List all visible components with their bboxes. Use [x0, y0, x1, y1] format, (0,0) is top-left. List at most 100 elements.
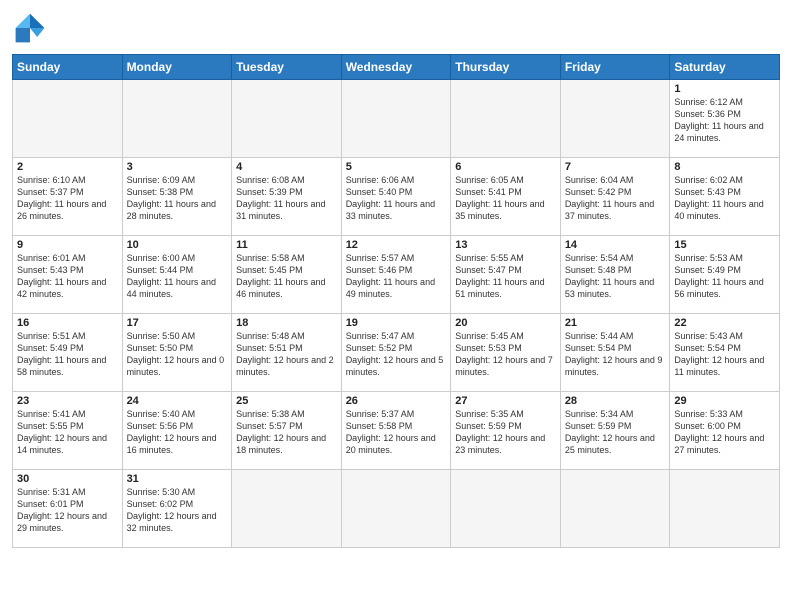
day-number: 3 — [127, 161, 228, 173]
day-info: Sunrise: 6:04 AM Sunset: 5:42 PM Dayligh… — [565, 174, 666, 223]
day-info: Sunrise: 6:00 AM Sunset: 5:44 PM Dayligh… — [127, 252, 228, 301]
weekday-header: Sunday — [13, 55, 123, 80]
day-number: 29 — [674, 395, 775, 407]
day-info: Sunrise: 5:31 AM Sunset: 6:01 PM Dayligh… — [17, 486, 118, 535]
calendar-day-cell — [232, 470, 342, 548]
calendar-week-row: 16Sunrise: 5:51 AM Sunset: 5:49 PM Dayli… — [13, 314, 780, 392]
calendar-day-cell — [451, 470, 561, 548]
day-info: Sunrise: 5:55 AM Sunset: 5:47 PM Dayligh… — [455, 252, 556, 301]
calendar-body: 1Sunrise: 6:12 AM Sunset: 5:36 PM Daylig… — [13, 80, 780, 548]
weekday-row: SundayMondayTuesdayWednesdayThursdayFrid… — [13, 55, 780, 80]
day-number: 17 — [127, 317, 228, 329]
day-info: Sunrise: 5:35 AM Sunset: 5:59 PM Dayligh… — [455, 408, 556, 457]
weekday-header: Wednesday — [341, 55, 451, 80]
logo-icon — [12, 10, 48, 46]
weekday-header: Tuesday — [232, 55, 342, 80]
day-number: 5 — [346, 161, 447, 173]
day-info: Sunrise: 5:50 AM Sunset: 5:50 PM Dayligh… — [127, 330, 228, 379]
day-info: Sunrise: 6:06 AM Sunset: 5:40 PM Dayligh… — [346, 174, 447, 223]
day-number: 20 — [455, 317, 556, 329]
day-info: Sunrise: 5:45 AM Sunset: 5:53 PM Dayligh… — [455, 330, 556, 379]
calendar-day-cell: 11Sunrise: 5:58 AM Sunset: 5:45 PM Dayli… — [232, 236, 342, 314]
calendar-day-cell: 3Sunrise: 6:09 AM Sunset: 5:38 PM Daylig… — [122, 158, 232, 236]
calendar-day-cell: 16Sunrise: 5:51 AM Sunset: 5:49 PM Dayli… — [13, 314, 123, 392]
calendar-day-cell: 25Sunrise: 5:38 AM Sunset: 5:57 PM Dayli… — [232, 392, 342, 470]
day-info: Sunrise: 5:37 AM Sunset: 5:58 PM Dayligh… — [346, 408, 447, 457]
calendar-day-cell: 24Sunrise: 5:40 AM Sunset: 5:56 PM Dayli… — [122, 392, 232, 470]
calendar-day-cell: 17Sunrise: 5:50 AM Sunset: 5:50 PM Dayli… — [122, 314, 232, 392]
calendar-day-cell: 10Sunrise: 6:00 AM Sunset: 5:44 PM Dayli… — [122, 236, 232, 314]
calendar-day-cell — [560, 80, 670, 158]
weekday-header: Friday — [560, 55, 670, 80]
calendar-day-cell: 29Sunrise: 5:33 AM Sunset: 6:00 PM Dayli… — [670, 392, 780, 470]
day-info: Sunrise: 5:38 AM Sunset: 5:57 PM Dayligh… — [236, 408, 337, 457]
day-info: Sunrise: 6:05 AM Sunset: 5:41 PM Dayligh… — [455, 174, 556, 223]
day-number: 27 — [455, 395, 556, 407]
day-info: Sunrise: 5:58 AM Sunset: 5:45 PM Dayligh… — [236, 252, 337, 301]
calendar-day-cell: 6Sunrise: 6:05 AM Sunset: 5:41 PM Daylig… — [451, 158, 561, 236]
calendar-day-cell — [122, 80, 232, 158]
day-number: 8 — [674, 161, 775, 173]
calendar-day-cell: 9Sunrise: 6:01 AM Sunset: 5:43 PM Daylig… — [13, 236, 123, 314]
calendar-day-cell: 26Sunrise: 5:37 AM Sunset: 5:58 PM Dayli… — [341, 392, 451, 470]
day-number: 19 — [346, 317, 447, 329]
day-number: 25 — [236, 395, 337, 407]
calendar-day-cell: 12Sunrise: 5:57 AM Sunset: 5:46 PM Dayli… — [341, 236, 451, 314]
calendar-day-cell — [232, 80, 342, 158]
day-number: 18 — [236, 317, 337, 329]
day-info: Sunrise: 5:30 AM Sunset: 6:02 PM Dayligh… — [127, 486, 228, 535]
day-number: 15 — [674, 239, 775, 251]
calendar-day-cell: 2Sunrise: 6:10 AM Sunset: 5:37 PM Daylig… — [13, 158, 123, 236]
calendar-day-cell: 27Sunrise: 5:35 AM Sunset: 5:59 PM Dayli… — [451, 392, 561, 470]
calendar-day-cell: 14Sunrise: 5:54 AM Sunset: 5:48 PM Dayli… — [560, 236, 670, 314]
calendar-day-cell — [13, 80, 123, 158]
day-info: Sunrise: 6:10 AM Sunset: 5:37 PM Dayligh… — [17, 174, 118, 223]
calendar-week-row: 9Sunrise: 6:01 AM Sunset: 5:43 PM Daylig… — [13, 236, 780, 314]
day-number: 26 — [346, 395, 447, 407]
calendar-week-row: 23Sunrise: 5:41 AM Sunset: 5:55 PM Dayli… — [13, 392, 780, 470]
day-number: 6 — [455, 161, 556, 173]
calendar-day-cell: 31Sunrise: 5:30 AM Sunset: 6:02 PM Dayli… — [122, 470, 232, 548]
calendar-day-cell: 15Sunrise: 5:53 AM Sunset: 5:49 PM Dayli… — [670, 236, 780, 314]
day-number: 11 — [236, 239, 337, 251]
day-info: Sunrise: 5:48 AM Sunset: 5:51 PM Dayligh… — [236, 330, 337, 379]
day-number: 31 — [127, 473, 228, 485]
calendar-day-cell: 4Sunrise: 6:08 AM Sunset: 5:39 PM Daylig… — [232, 158, 342, 236]
weekday-header: Saturday — [670, 55, 780, 80]
calendar-day-cell — [341, 80, 451, 158]
day-number: 30 — [17, 473, 118, 485]
calendar-day-cell — [341, 470, 451, 548]
day-number: 1 — [674, 83, 775, 95]
day-number: 10 — [127, 239, 228, 251]
day-info: Sunrise: 5:43 AM Sunset: 5:54 PM Dayligh… — [674, 330, 775, 379]
day-info: Sunrise: 5:33 AM Sunset: 6:00 PM Dayligh… — [674, 408, 775, 457]
calendar-day-cell — [560, 470, 670, 548]
calendar-day-cell: 18Sunrise: 5:48 AM Sunset: 5:51 PM Dayli… — [232, 314, 342, 392]
header — [12, 10, 780, 46]
calendar-day-cell: 13Sunrise: 5:55 AM Sunset: 5:47 PM Dayli… — [451, 236, 561, 314]
logo — [12, 10, 52, 46]
page: SundayMondayTuesdayWednesdayThursdayFrid… — [0, 0, 792, 612]
calendar-day-cell: 8Sunrise: 6:02 AM Sunset: 5:43 PM Daylig… — [670, 158, 780, 236]
calendar-day-cell: 20Sunrise: 5:45 AM Sunset: 5:53 PM Dayli… — [451, 314, 561, 392]
calendar-day-cell: 30Sunrise: 5:31 AM Sunset: 6:01 PM Dayli… — [13, 470, 123, 548]
day-number: 28 — [565, 395, 666, 407]
day-info: Sunrise: 5:47 AM Sunset: 5:52 PM Dayligh… — [346, 330, 447, 379]
calendar-header: SundayMondayTuesdayWednesdayThursdayFrid… — [13, 55, 780, 80]
day-number: 22 — [674, 317, 775, 329]
calendar-day-cell: 28Sunrise: 5:34 AM Sunset: 5:59 PM Dayli… — [560, 392, 670, 470]
day-info: Sunrise: 6:08 AM Sunset: 5:39 PM Dayligh… — [236, 174, 337, 223]
calendar-day-cell — [451, 80, 561, 158]
calendar-day-cell: 7Sunrise: 6:04 AM Sunset: 5:42 PM Daylig… — [560, 158, 670, 236]
day-number: 13 — [455, 239, 556, 251]
day-info: Sunrise: 5:53 AM Sunset: 5:49 PM Dayligh… — [674, 252, 775, 301]
day-number: 7 — [565, 161, 666, 173]
weekday-header: Monday — [122, 55, 232, 80]
calendar-day-cell: 1Sunrise: 6:12 AM Sunset: 5:36 PM Daylig… — [670, 80, 780, 158]
calendar-day-cell — [670, 470, 780, 548]
day-info: Sunrise: 5:51 AM Sunset: 5:49 PM Dayligh… — [17, 330, 118, 379]
day-info: Sunrise: 5:34 AM Sunset: 5:59 PM Dayligh… — [565, 408, 666, 457]
calendar-day-cell: 21Sunrise: 5:44 AM Sunset: 5:54 PM Dayli… — [560, 314, 670, 392]
day-info: Sunrise: 5:40 AM Sunset: 5:56 PM Dayligh… — [127, 408, 228, 457]
calendar-day-cell: 23Sunrise: 5:41 AM Sunset: 5:55 PM Dayli… — [13, 392, 123, 470]
